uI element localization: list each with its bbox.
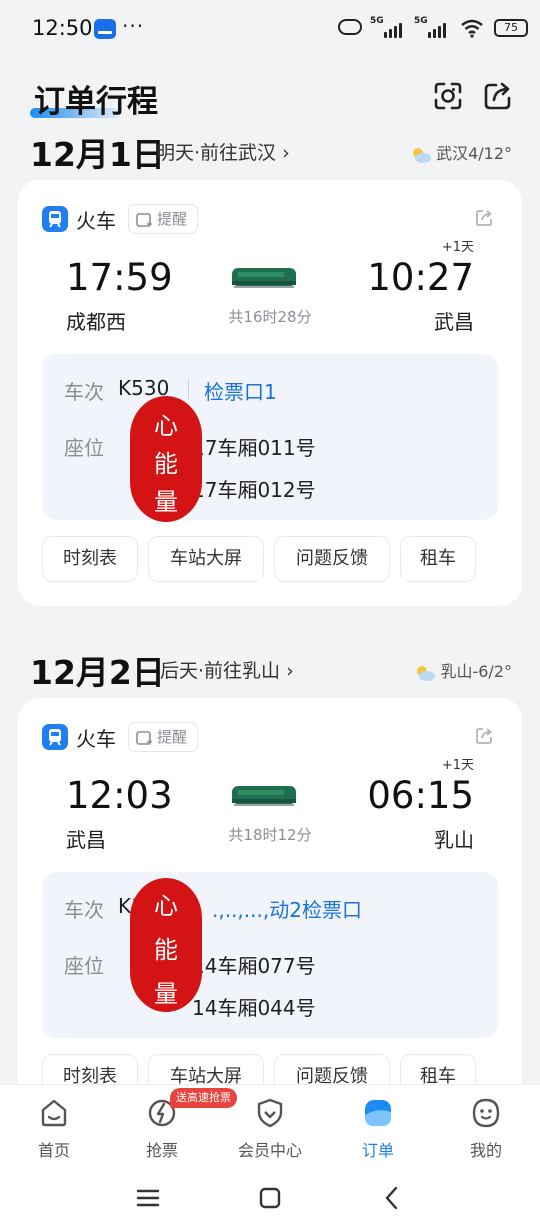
train-image <box>232 268 296 288</box>
nav-label: 我的 <box>469 1141 502 1160</box>
share-icon[interactable] <box>474 726 494 746</box>
home-button-icon[interactable] <box>256 1184 284 1212</box>
reminder-icon <box>136 731 152 745</box>
seat-number: 14车厢044号 <box>192 996 316 1020</box>
camera-icon[interactable] <box>432 80 464 112</box>
red-seal-stamp: 心 能 量 <box>130 396 202 522</box>
nav-label: 首页 <box>37 1141 70 1160</box>
menu-icon[interactable] <box>134 1184 162 1212</box>
divider <box>188 378 189 400</box>
reminder-icon <box>136 213 152 227</box>
red-seal-stamp: 心 能 量 <box>130 878 202 1012</box>
seat-number: 17车厢011号 <box>192 436 316 460</box>
profile-icon <box>472 1098 500 1128</box>
more-notifications-icon: ··· <box>122 14 145 38</box>
system-navigation-bar <box>0 1168 540 1230</box>
signal-type-label: 5G <box>370 16 384 26</box>
wifi-icon <box>461 19 483 38</box>
stamp-char: 能 <box>154 450 178 478</box>
link-icon <box>338 19 362 35</box>
weather-info: 乳山-6/2° <box>414 658 512 682</box>
stamp-char: 能 <box>154 936 178 964</box>
ticket-details: 车次 K1068 .,..,...,动2检票口 座位 14车厢077号 14车厢… <box>42 872 498 1038</box>
arrival-time: 10:27 <box>367 256 474 299</box>
bottom-nav: 首页 抢票 会员中心 订单 我的 <box>0 1084 540 1168</box>
signal-icon: 5G <box>370 16 406 42</box>
nav-label: 订单 <box>361 1141 394 1160</box>
nav-label: 会员中心 <box>237 1141 302 1160</box>
member-icon <box>257 1098 283 1128</box>
remind-button[interactable]: 提醒 <box>128 204 198 234</box>
ticket-details: 车次 K530 检票口1 座位 17车厢011号 17车厢012号 心 能 量 <box>42 354 498 522</box>
promo-badge: 送高速抢票 <box>170 1088 237 1108</box>
trip-duration: 共16时28分 <box>228 308 312 326</box>
departure-time: 12:03 <box>66 774 173 817</box>
trip-duration: 共18时12分 <box>228 826 312 844</box>
battery-icon: 75 <box>494 19 528 37</box>
weather-text: 武汉4/12° <box>436 144 512 163</box>
remind-label: 提醒 <box>157 728 188 746</box>
seat-label: 座位 <box>64 954 104 978</box>
train-number-label: 车次 <box>64 898 104 922</box>
day-destination-link[interactable]: 后天·前往乳山 › <box>160 656 294 683</box>
seat-number: 14车厢077号 <box>192 954 316 978</box>
trip-card[interactable]: 火车 提醒 +1天 12:03 06:15 武昌 乳山 共18时12分 车次 K… <box>18 698 522 1124</box>
train-icon <box>42 206 68 232</box>
trip-card[interactable]: 火车 提醒 +1天 17:59 10:27 成都西 武昌 共16时28分 车次 … <box>18 180 522 606</box>
seat-number: 17车厢012号 <box>192 478 316 502</box>
day-destination-link[interactable]: 明天·前往武汉 › <box>156 138 290 165</box>
partly-cloudy-icon <box>417 665 436 681</box>
day-date: 12月1日 <box>30 135 165 174</box>
stamp-char: 心 <box>154 412 178 440</box>
feedback-button[interactable]: 问题反馈 <box>274 536 390 582</box>
page-title: 订单行程 <box>34 84 158 120</box>
seat-label: 座位 <box>64 436 104 460</box>
train-number-label: 车次 <box>64 380 104 404</box>
status-time: 12:50 <box>32 16 93 40</box>
status-bar: 12:50 ··· 5G 5G 75 <box>0 0 540 60</box>
share-icon[interactable] <box>482 80 514 112</box>
nav-item-home[interactable]: 首页 <box>0 1085 108 1169</box>
action-row: 时刻表 车站大屏 问题反馈 租车 <box>42 536 512 582</box>
signal-icon: 5G <box>414 16 450 42</box>
ticket-gate: 检票口1 <box>204 380 277 404</box>
car-rental-button[interactable]: 租车 <box>400 536 476 582</box>
railway-app-icon <box>94 19 116 39</box>
ticket-gate: .,..,...,动2检票口 <box>212 898 362 922</box>
home-icon <box>41 1099 67 1127</box>
trip-type-label: 火车 <box>76 209 116 233</box>
day-header: 12月1日 明天·前往武汉 › 武汉4/12° <box>30 128 520 174</box>
next-day-indicator: +1天 <box>441 758 474 773</box>
partly-cloudy-icon <box>413 147 432 163</box>
train-icon <box>42 724 68 750</box>
back-icon[interactable] <box>378 1184 406 1212</box>
weather-text: 乳山-6/2° <box>440 662 512 681</box>
day-header: 12月2日 后天·前往乳山 › 乳山-6/2° <box>30 646 520 692</box>
stamp-char: 心 <box>154 892 178 920</box>
nav-label: 抢票 <box>145 1141 178 1160</box>
order-icon <box>365 1100 391 1126</box>
trip-type-label: 火车 <box>76 727 116 751</box>
remind-button[interactable]: 提醒 <box>128 722 198 752</box>
timetable-button[interactable]: 时刻表 <box>42 536 138 582</box>
next-day-indicator: +1天 <box>441 240 474 255</box>
stamp-char: 量 <box>154 488 178 516</box>
nav-item-profile[interactable]: 我的 <box>432 1085 540 1169</box>
nav-item-orders[interactable]: 订单 <box>324 1085 432 1169</box>
arrival-time: 06:15 <box>367 774 474 817</box>
weather-info: 武汉4/12° <box>410 140 512 164</box>
station-screen-button[interactable]: 车站大屏 <box>148 536 264 582</box>
share-icon[interactable] <box>474 208 494 228</box>
remind-label: 提醒 <box>157 210 188 228</box>
train-image <box>232 786 296 806</box>
stamp-char: 量 <box>154 980 178 1008</box>
signal-type-label: 5G <box>414 16 428 26</box>
day-date: 12月2日 <box>30 653 165 692</box>
departure-time: 17:59 <box>66 256 173 299</box>
